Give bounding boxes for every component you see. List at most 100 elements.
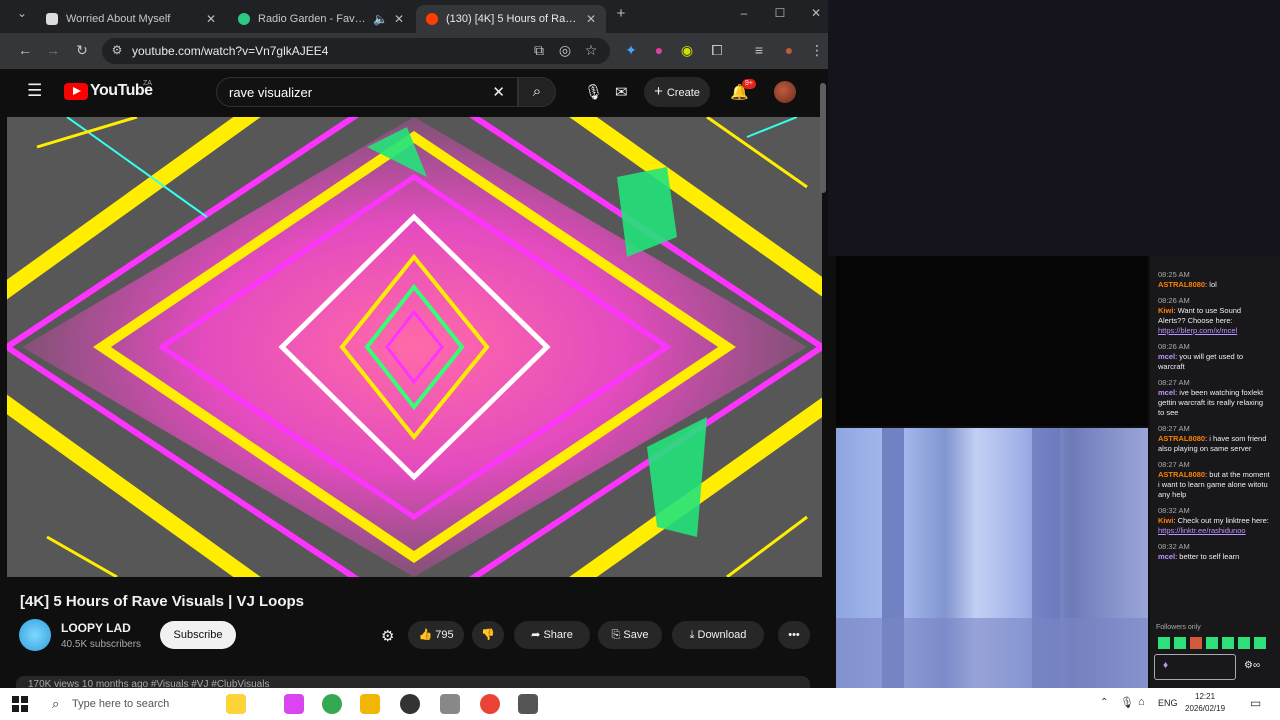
windows-start-icon[interactable] [12, 696, 28, 712]
chrome-icon[interactable] [322, 694, 342, 714]
app-icon[interactable] [518, 694, 538, 714]
like-button[interactable]: 👍 795 [408, 621, 464, 649]
speaker-icon[interactable]: 🔈 [373, 12, 388, 26]
minimize-icon[interactable]: – [734, 6, 754, 20]
chat-message: 08:32 AM mcel: better to self learn [1158, 542, 1270, 562]
extensions-puzzle-icon[interactable]: ⧠ [708, 42, 726, 59]
chat-username[interactable]: ASTRAL8080 [1158, 470, 1205, 479]
hamburger-menu-icon[interactable]: ☰ [27, 81, 42, 101]
chat-timestamp: 08:27 AM [1158, 460, 1190, 469]
dislike-button[interactable]: 👎 [472, 621, 504, 649]
back-icon[interactable]: ← [16, 42, 34, 58]
chat-message: 08:25 AM ASTRAL8080: lol [1158, 270, 1270, 290]
close-window-icon[interactable]: ✕ [806, 6, 826, 20]
chat-username[interactable]: mcel [1158, 388, 1175, 397]
tab-worried[interactable]: Worried About Myself ✕ [36, 5, 226, 33]
more-actions-button[interactable]: ••• [778, 621, 810, 649]
tray-overflow-icon[interactable]: ⌃ [1100, 697, 1108, 708]
share-icon: ➦ [531, 629, 541, 641]
chat-timestamp: 08:27 AM [1158, 378, 1190, 387]
site-info-icon[interactable]: ⚙ [108, 43, 126, 57]
share-button[interactable]: ➦ Share [514, 621, 590, 649]
bits-icon[interactable]: ♦ [1163, 660, 1168, 671]
download-button[interactable]: ⤓ Download [672, 621, 764, 649]
chat-link[interactable]: https://blerp.com/x/mcel [1158, 326, 1237, 335]
chat-username[interactable]: Kiwi [1158, 516, 1173, 525]
extension-icon[interactable]: ◉ [678, 42, 696, 59]
youtube-logo-icon[interactable] [64, 83, 88, 100]
account-avatar[interactable] [774, 81, 796, 103]
stream-black-area [836, 256, 1148, 426]
tab-radio-garden[interactable]: Radio Garden - Favorites 🔈 ✕ [228, 5, 414, 33]
search-value: rave visualizer [229, 85, 313, 100]
bookmark-star-icon[interactable]: ☆ [582, 42, 600, 59]
extension-gear-icon[interactable]: ⚙ [381, 627, 394, 645]
tab-search-icon[interactable]: ⌄ [12, 6, 32, 20]
language-indicator[interactable]: ENG [1158, 698, 1178, 708]
chat-timestamp: 08:32 AM [1158, 506, 1190, 515]
clear-search-icon[interactable]: ✕ [492, 83, 505, 101]
file-explorer-icon[interactable] [360, 694, 380, 714]
followers-only-label: Followers only [1156, 624, 1201, 631]
notification-badge: 9+ [742, 79, 756, 89]
emote-bar[interactable] [1158, 636, 1268, 649]
bookmark-icon: ⎘ [611, 629, 621, 641]
copilot-icon[interactable] [284, 694, 304, 714]
tracking-icon[interactable]: ◎ [556, 42, 574, 59]
menu-kebab-icon[interactable]: ⋮ [808, 42, 826, 59]
cast-icon[interactable]: ⧉ [530, 42, 548, 59]
system-clock[interactable]: 12:21 2026/02/19 [1185, 691, 1225, 715]
close-tab-icon[interactable]: ✕ [586, 12, 596, 26]
region-code: ZA [143, 80, 152, 87]
chat-username[interactable]: mcel [1158, 552, 1175, 561]
page-scrollbar[interactable] [820, 83, 826, 193]
browser-window: ⌄ Worried About Myself ✕ Radio Garden - … [0, 0, 828, 688]
profile-icon[interactable]: ● [780, 42, 798, 58]
video-player[interactable] [7, 117, 822, 577]
extension-chat-icon[interactable]: ✉ [615, 83, 628, 101]
reload-icon[interactable]: ↻ [73, 42, 91, 59]
chat-settings-icon[interactable]: ⚙∞ [1244, 660, 1260, 671]
microphone-icon[interactable]: 🎙 [584, 83, 603, 101]
notion-favicon-icon [46, 13, 58, 25]
obs-icon[interactable] [400, 694, 420, 714]
chrome-profile-icon[interactable] [480, 694, 500, 714]
create-button[interactable]: + Create [644, 77, 710, 107]
chat-username[interactable]: ASTRAL8080 [1158, 280, 1205, 289]
widgets-icon[interactable] [226, 694, 246, 714]
close-tab-icon[interactable]: ✕ [394, 12, 404, 26]
new-tab-icon[interactable]: + [611, 5, 631, 22]
close-tab-icon[interactable]: ✕ [206, 12, 216, 26]
tab-youtube[interactable]: (130) [4K] 5 Hours of Rave Visuals | VJ … [416, 5, 606, 33]
channel-name[interactable]: LOOPY LAD [61, 621, 131, 635]
browser-toolbar: ← → ↻ ⚙ youtube.com/watch?v=Vn7glkAJEE4 … [0, 33, 828, 69]
description-box[interactable]: 170K views 10 months ago #Visuals #VJ #C… [16, 676, 810, 688]
chat-input[interactable]: ♦ [1154, 654, 1236, 680]
subscribe-button[interactable]: Subscribe [160, 621, 236, 649]
search-input[interactable]: rave visualizer ✕ [216, 77, 518, 107]
video-title: [4K] 5 Hours of Rave Visuals | VJ Loops [20, 593, 304, 610]
network-icon[interactable]: ⌂ [1138, 696, 1145, 708]
chat-text: better to self learn [1179, 552, 1240, 561]
plus-icon: + [654, 83, 663, 100]
chat-username[interactable]: Kiwi [1158, 306, 1173, 315]
chat-link[interactable]: https://linktr.ee/rashidunoo [1158, 526, 1246, 535]
forward-icon[interactable]: → [44, 42, 62, 58]
notification-center-icon[interactable]: ▭ [1250, 696, 1261, 710]
chat-username[interactable]: ASTRAL8080 [1158, 434, 1205, 443]
taskbar-search[interactable]: ⌕ Type here to search [42, 690, 224, 718]
search-button[interactable]: ⌕ [518, 77, 556, 107]
chat-timestamp: 08:26 AM [1158, 342, 1190, 351]
chat-username[interactable]: mcel [1158, 352, 1175, 361]
extension-icon[interactable]: ● [650, 42, 668, 58]
save-button[interactable]: ⎘ Save [598, 621, 662, 649]
app-icon[interactable] [440, 694, 460, 714]
extension-icon[interactable]: ✦ [622, 42, 640, 59]
channel-avatar[interactable] [19, 619, 51, 651]
chat-timestamp: 08:26 AM [1158, 296, 1190, 305]
maximize-icon[interactable]: ☐ [770, 6, 790, 20]
chat-message: 08:27 AM ASTRAL8080: i have som friend al… [1158, 424, 1270, 454]
media-control-icon[interactable]: ≡ [750, 42, 768, 58]
microphone-tray-icon[interactable]: 🎙 [1120, 696, 1134, 709]
chat-text: Check out my linktree here: [1177, 516, 1269, 525]
